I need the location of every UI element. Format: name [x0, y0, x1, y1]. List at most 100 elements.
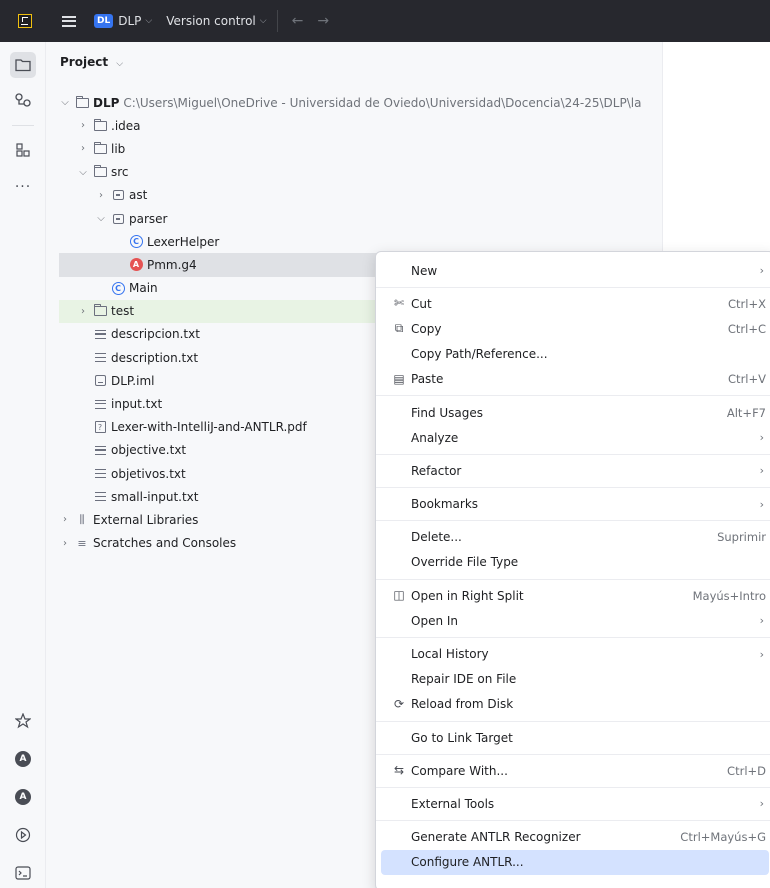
chevron-right-icon[interactable]: ›: [77, 120, 89, 131]
more-icon: ···: [14, 179, 32, 195]
chevron-right-icon[interactable]: ›: [95, 190, 107, 201]
chevron-down-icon: ⌵: [259, 16, 267, 26]
menu-item-open-in[interactable]: Open In ›: [376, 608, 770, 633]
toolbar-divider: [276, 10, 278, 32]
tree-item-label: parser: [129, 211, 168, 226]
arrow-right-icon[interactable]: →: [317, 13, 329, 29]
menu-separator: [376, 786, 770, 788]
menu-item-label: External Tools: [411, 796, 495, 811]
strip-divider: [12, 125, 34, 126]
chevron-right-icon[interactable]: ›: [77, 143, 89, 154]
project-badge[interactable]: DL: [94, 14, 114, 28]
menu-item-label: Open in Right Split: [411, 588, 524, 603]
tree-item-src[interactable]: ⌵ src: [59, 161, 659, 184]
menu-item-local-history[interactable]: Local History ›: [376, 641, 770, 666]
tree-item-label: ast: [129, 188, 148, 203]
main-class-icon: C: [111, 281, 125, 295]
tree-item-lib[interactable]: › lib: [59, 137, 659, 160]
chevron-right-icon[interactable]: ›: [77, 306, 89, 317]
tree-item-label: External Libraries: [93, 512, 199, 527]
package-icon: [112, 190, 124, 201]
run-icon: [15, 827, 31, 843]
terminal-icon: [15, 866, 31, 880]
text-file-icon: [94, 329, 106, 339]
menu-item-reload-from-disk[interactable]: ⟳ Reload from Disk: [376, 692, 770, 717]
menu-item-repair-ide[interactable]: Repair IDE on File: [376, 667, 770, 692]
chevron-right-icon[interactable]: ›: [59, 538, 71, 549]
menu-item-cut[interactable]: ✄ Cut Ctrl+X: [376, 291, 770, 316]
root-path: C:\Users\Miguel\OneDrive - Universidad d…: [123, 95, 642, 110]
menu-item-label: Copy: [411, 321, 442, 336]
intellij-logo-icon: [18, 14, 32, 28]
menu-item-delete[interactable]: Delete... Suprimir: [376, 525, 770, 550]
menu-item-label: Local History: [411, 647, 489, 662]
menu-item-analyze[interactable]: Analyze ›: [376, 425, 770, 450]
commit-tool-button[interactable]: [10, 87, 36, 113]
menu-item-label: Repair IDE on File: [411, 672, 517, 687]
menu-separator: [376, 286, 770, 288]
menu-item-refactor[interactable]: Refactor ›: [376, 458, 770, 483]
antlr-icon: A: [15, 751, 31, 767]
more-tools-button[interactable]: ···: [10, 174, 36, 200]
chevron-down-icon[interactable]: ⌵: [59, 97, 71, 108]
chevron-down-icon[interactable]: ⌵: [95, 213, 107, 224]
menu-shortcut: Suprimir: [717, 530, 766, 545]
chevron-down-icon: ⌵: [145, 16, 153, 26]
antlr-tool-button[interactable]: A: [10, 784, 36, 810]
menu-item-generate-antlr[interactable]: Generate ANTLR Recognizer Ctrl+Mayús+G: [376, 825, 770, 850]
arrow-left-icon[interactable]: ←: [292, 13, 304, 29]
menu-separator: [376, 487, 770, 488]
menu-shortcut: Ctrl+C: [727, 321, 766, 336]
menu-item-label: Override File Type: [411, 555, 519, 570]
tree-item-label: test: [111, 304, 135, 319]
services-tool-button[interactable]: [10, 708, 36, 734]
menu-item-label: Go to Link Target: [411, 730, 513, 745]
library-icon: ⫼: [79, 512, 85, 526]
terminal-tool-button[interactable]: [10, 860, 36, 886]
project-switcher[interactable]: DLP: [118, 14, 141, 28]
tree-item-label: .idea: [111, 118, 141, 133]
tree-item-idea[interactable]: › .idea: [59, 114, 659, 137]
menu-item-go-to-link-target[interactable]: Go to Link Target: [376, 725, 770, 750]
tree-item-label: description.txt: [111, 350, 199, 365]
chevron-right-icon: ›: [759, 464, 764, 478]
tree-item-label: DLP.iml: [111, 373, 155, 388]
menu-separator: [376, 453, 770, 455]
menu-item-compare-with[interactable]: ⇆ Compare With... Ctrl+D: [376, 758, 770, 783]
run-tool-button[interactable]: [10, 822, 36, 848]
main-menu-icon[interactable]: [62, 15, 76, 27]
tree-item-parser[interactable]: ⌵ parser: [59, 207, 659, 230]
menu-item-copy-path[interactable]: Copy Path/Reference...: [376, 342, 770, 367]
project-view-selector[interactable]: Project ⌵: [60, 55, 123, 69]
tree-root[interactable]: ⌵ DLP C:\Users\Miguel\OneDrive - Univers…: [59, 91, 659, 114]
menu-item-open-right-split[interactable]: ◫ Open in Right Split Mayús+Intro: [376, 583, 770, 608]
tree-item-label: input.txt: [111, 397, 163, 412]
tree-item-lexerhelper[interactable]: C LexerHelper: [59, 230, 659, 253]
tool-window-strip: ··· A A: [0, 42, 46, 888]
chevron-right-icon[interactable]: ›: [59, 514, 71, 525]
menu-item-override-file-type[interactable]: Override File Type: [376, 550, 770, 575]
menu-item-configure-antlr[interactable]: Configure ANTLR...: [381, 849, 769, 875]
menu-item-copy[interactable]: ⧉ Copy Ctrl+C: [376, 316, 770, 341]
version-control-button[interactable]: Version control: [166, 14, 256, 28]
root-name: DLP: [93, 95, 120, 110]
menu-item-new[interactable]: New ›: [376, 258, 770, 283]
menu-item-label: Generate ANTLR Recognizer: [411, 830, 581, 845]
menu-item-external-tools[interactable]: External Tools ›: [376, 791, 770, 816]
menu-shortcut: Alt+F7: [726, 405, 766, 420]
menu-item-find-usages[interactable]: Find Usages Alt+F7: [376, 400, 770, 425]
structure-tool-button[interactable]: [10, 137, 36, 163]
menu-item-bookmarks[interactable]: Bookmarks ›: [376, 492, 770, 517]
antlr-preview-button[interactable]: A: [10, 746, 36, 772]
menu-separator: [376, 578, 770, 580]
menu-item-paste[interactable]: ▤ Paste Ctrl+V: [376, 367, 770, 392]
chevron-down-icon[interactable]: ⌵: [77, 167, 89, 178]
menu-item-label: Paste: [411, 372, 444, 387]
tree-item-ast[interactable]: › ast: [59, 184, 659, 207]
structure-icon: [16, 143, 30, 157]
text-file-icon: [94, 492, 106, 502]
tree-item-label: Scratches and Consoles: [93, 536, 237, 551]
context-menu: New › ✄ Cut Ctrl+X ⧉ Copy Ctrl+C Copy Pa…: [375, 251, 770, 888]
menu-item-label: Find Usages: [411, 405, 484, 420]
project-tool-button[interactable]: [10, 52, 36, 78]
